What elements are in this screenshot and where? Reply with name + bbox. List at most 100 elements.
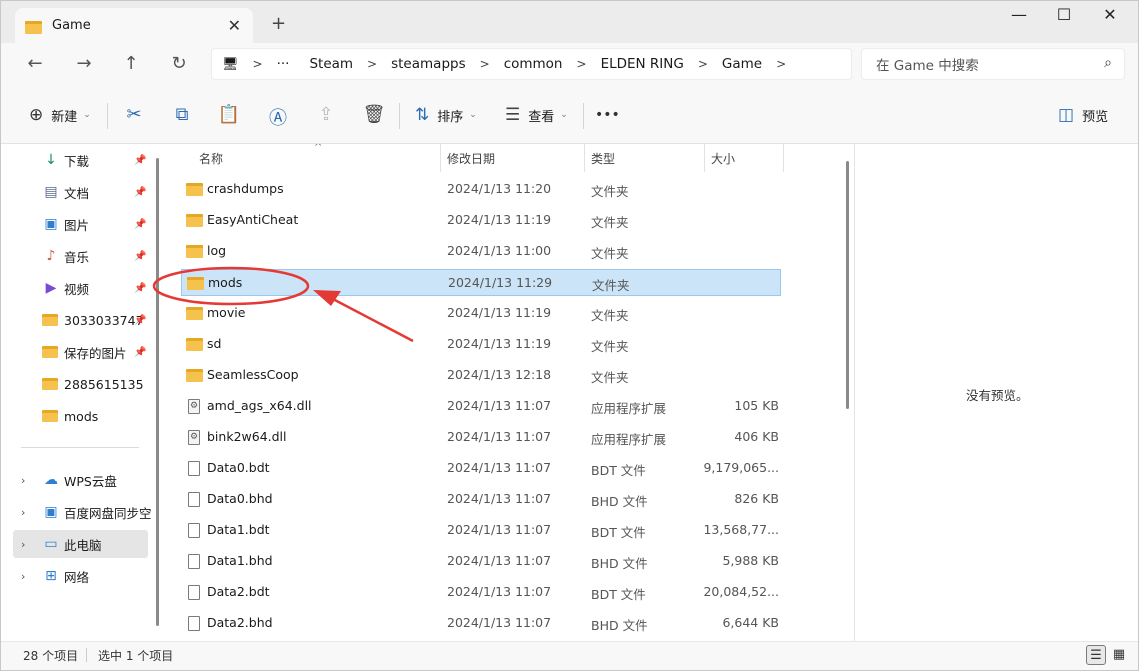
column-header-modified[interactable]: 修改日期 [447, 144, 495, 172]
icon-shape [188, 399, 200, 414]
address-bar[interactable]: 🖥 > ··· Steam > steamapps > common > ELD… [211, 48, 852, 80]
new-tab-button[interactable]: + [271, 13, 286, 34]
column-divider[interactable] [783, 144, 784, 172]
folder-icon-shape [42, 410, 58, 422]
table-row[interactable]: Data1.bdt 2024/1/13 11:07 BDT 文件 13,568,77.… [181, 517, 781, 544]
file-name: amd_ags_x64.dll [207, 398, 312, 413]
table-row[interactable]: Data1.bhd 2024/1/13 11:07 BHD 文件 5,988 KB [181, 548, 781, 575]
close-tab-icon[interactable]: ✕ [228, 16, 241, 35]
file-name: Data2.bhd [207, 615, 273, 630]
sidebar-item[interactable]: ♪ 音乐 📌 [1, 242, 149, 270]
breadcrumb-separator[interactable]: > [776, 57, 786, 71]
more-options-icon[interactable]: ••• [595, 107, 620, 123]
maximize-button[interactable]: ☐ [1041, 5, 1087, 24]
sidebar-item[interactable]: ▤ 文档 📌 [1, 178, 149, 206]
table-row[interactable]: crashdumps 2024/1/13 11:20 文件夹 [181, 176, 781, 203]
details-view-icon[interactable]: ☰ [1086, 645, 1106, 665]
pin-icon[interactable]: 📌 [134, 283, 146, 294]
breadcrumb-steam[interactable]: Steam [309, 56, 353, 72]
table-row[interactable]: amd_ags_x64.dll 2024/1/13 11:07 应用程序扩展 105 … [181, 393, 781, 420]
sidebar-item[interactable]: 3033033747 📌 [1, 306, 149, 334]
chevron-right-icon[interactable]: › [21, 474, 25, 487]
chevron-right-icon[interactable]: › [21, 570, 25, 583]
file-size: 20,084,52... [703, 584, 779, 599]
breadcrumb-separator[interactable]: > [577, 57, 587, 71]
table-row[interactable]: Data0.bdt 2024/1/13 11:07 BDT 文件 9,179,065.… [181, 455, 781, 482]
paste-icon[interactable]: 📋 [217, 104, 241, 125]
sidebar-item[interactable]: 2885615135 [1, 370, 149, 398]
table-row[interactable]: bink2w64.dll 2024/1/13 11:07 应用程序扩展 406 KB [181, 424, 781, 451]
back-button[interactable]: ← [23, 53, 47, 74]
sidebar-scrollbar[interactable] [156, 158, 159, 626]
tiles-view-icon[interactable]: ▦ [1109, 645, 1129, 665]
table-row[interactable]: movie 2024/1/13 11:19 文件夹 [181, 300, 781, 327]
column-header-type[interactable]: 类型 [591, 144, 615, 172]
table-row[interactable]: log 2024/1/13 11:00 文件夹 [181, 238, 781, 265]
column-header-size[interactable]: 大小 [711, 144, 735, 172]
view-button[interactable]: ☰ 查看 ⌄ [505, 105, 568, 125]
forward-button[interactable]: → [72, 53, 96, 74]
pin-icon[interactable]: 📌 [134, 155, 146, 166]
sidebar-item[interactable]: ▶ 视频 📌 [1, 274, 149, 302]
search-icon[interactable]: ⌕ [1104, 55, 1112, 71]
table-row[interactable]: Data2.bhd 2024/1/13 11:07 BHD 文件 6,644 KB [181, 610, 781, 637]
breadcrumb-overflow[interactable]: ··· [277, 56, 290, 72]
breadcrumb-separator[interactable]: > [480, 57, 490, 71]
table-row[interactable]: EasyAntiCheat 2024/1/13 11:19 文件夹 [181, 207, 781, 234]
column-divider[interactable] [584, 144, 585, 172]
up-button[interactable]: ↑ [119, 53, 143, 74]
pin-icon[interactable]: 📌 [134, 251, 146, 262]
sidebar-item[interactable]: ↓ 下载 📌 [1, 146, 149, 174]
pin-icon[interactable]: 📌 [134, 187, 146, 198]
sidebar-item[interactable]: 保存的图片 📌 [1, 338, 149, 366]
column-header-name[interactable]: 名称 [199, 144, 223, 172]
library-icon: ▣ [44, 216, 58, 232]
sort-ascending-icon: ^ [314, 144, 323, 153]
icon-shape [186, 338, 203, 351]
folder-icon-shape [42, 346, 58, 358]
chevron-right-icon[interactable]: › [21, 538, 25, 551]
sort-button[interactable]: ⇅ 排序 ⌄ [415, 105, 477, 125]
column-divider[interactable] [704, 144, 705, 172]
close-window-button[interactable]: ✕ [1087, 5, 1133, 24]
table-row[interactable]: Data0.bhd 2024/1/13 11:07 BHD 文件 826 KB [181, 486, 781, 513]
pin-icon[interactable]: 📌 [134, 315, 146, 326]
file-modified-date: 2024/1/13 11:19 [447, 336, 552, 351]
table-row[interactable]: SeamlessCoop 2024/1/13 12:18 文件夹 [181, 362, 781, 389]
table-row[interactable]: Data2.bdt 2024/1/13 11:07 BDT 文件 20,084,52.… [181, 579, 781, 606]
preview-pane-button[interactable]: ◫ 预览 [1058, 105, 1108, 125]
minimize-button[interactable]: — [996, 5, 1042, 24]
sidebar-location[interactable]: › ▣ 百度网盘同步空 [1, 498, 152, 526]
new-button[interactable]: ⊕ 新建 ⌄ [29, 105, 91, 125]
pin-icon[interactable]: 📌 [134, 219, 146, 230]
breadcrumb-separator[interactable]: > [367, 57, 377, 71]
rename-icon[interactable]: Ⓐ [266, 104, 290, 130]
column-divider[interactable] [440, 144, 441, 172]
chevron-right-icon[interactable]: › [21, 506, 25, 519]
command-bar: ⊕ 新建 ⌄ ✂ ⧉ 📋 Ⓐ ⇪ 🗑 ⇅ 排序 ⌄ ☰ 查看 ⌄ ••• ◫ 预… [1, 87, 1138, 144]
table-row[interactable]: mods 2024/1/13 11:29 文件夹 [181, 269, 781, 296]
file-list-scrollbar[interactable] [846, 161, 849, 409]
icon-shape [188, 616, 200, 631]
breadcrumb-game[interactable]: Game [722, 56, 762, 72]
delete-icon[interactable]: 🗑 [362, 104, 386, 125]
share-icon[interactable]: ⇪ [314, 104, 338, 125]
sidebar-location[interactable]: › ⊞ 网络 [1, 562, 149, 590]
breadcrumb-separator[interactable]: > [698, 57, 708, 71]
pin-icon[interactable]: 📌 [134, 347, 146, 358]
breadcrumb-separator[interactable]: > [253, 57, 263, 71]
sidebar-location[interactable]: › ☁ WPS云盘 [1, 466, 149, 494]
search-input[interactable]: 在 Game 中搜索 ⌕ [861, 48, 1125, 80]
breadcrumb-common[interactable]: common [504, 56, 563, 72]
sidebar-item[interactable]: mods [1, 402, 149, 430]
table-row[interactable]: sd 2024/1/13 11:19 文件夹 [181, 331, 781, 358]
cut-icon[interactable]: ✂ [122, 104, 146, 125]
refresh-button[interactable]: ↻ [167, 53, 191, 74]
breadcrumb-elden-ring[interactable]: ELDEN RING [601, 56, 684, 72]
copy-icon[interactable]: ⧉ [170, 104, 194, 125]
sidebar-location[interactable]: › ▭ 此电脑 [13, 530, 148, 558]
icon-shape [186, 369, 203, 382]
sidebar-item[interactable]: ▣ 图片 📌 [1, 210, 149, 238]
breadcrumb-steamapps[interactable]: steamapps [391, 56, 466, 72]
tab-game[interactable]: Game ✕ [15, 8, 253, 43]
